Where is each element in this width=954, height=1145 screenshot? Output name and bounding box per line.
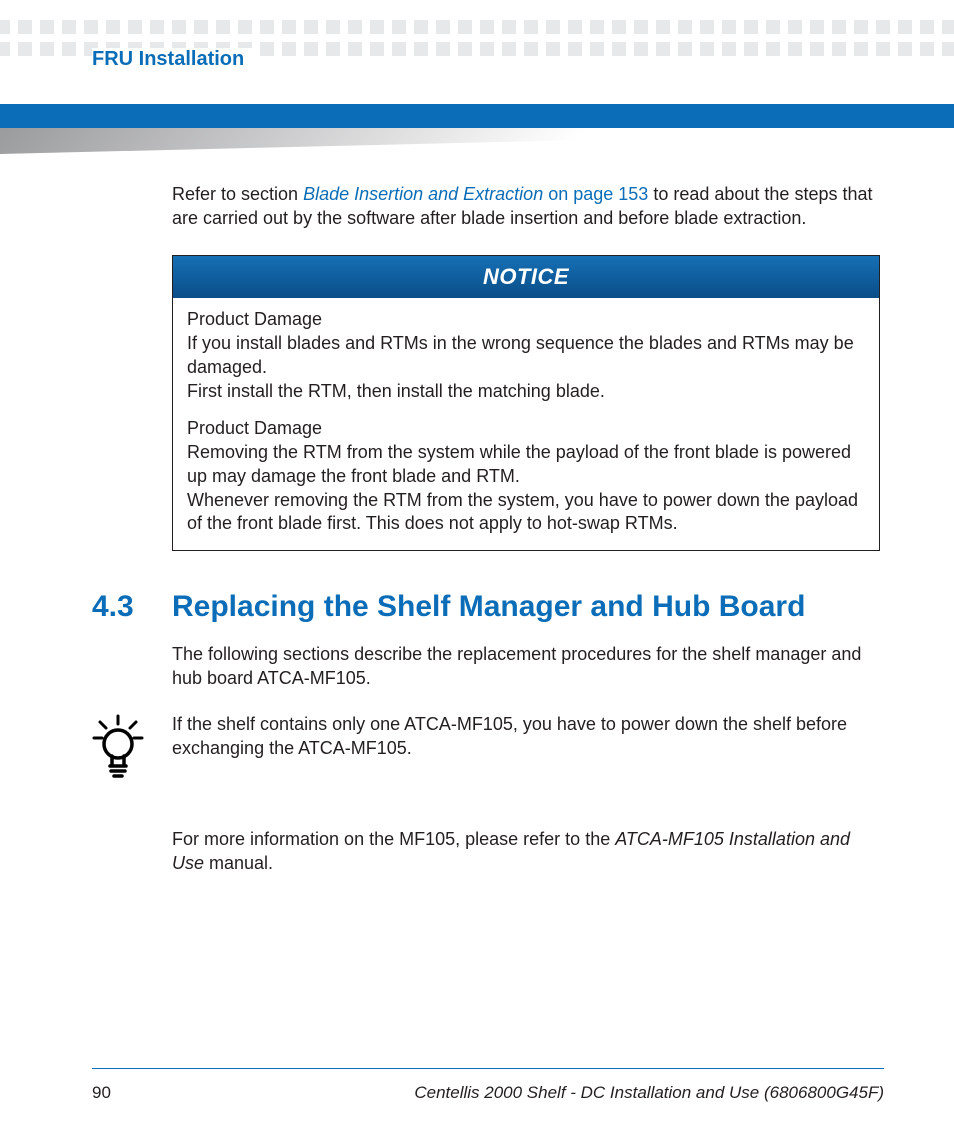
notice-block2-line1: Removing the RTM from the system while t…: [187, 441, 865, 489]
notice-box: NOTICE Product Damage If you install bla…: [172, 255, 880, 551]
tip-text: If the shelf contains only one ATCA-MF10…: [172, 712, 880, 761]
xref-link[interactable]: Blade Insertion and Extraction: [303, 184, 543, 204]
section-title: Replacing the Shelf Manager and Hub Boar…: [172, 587, 805, 628]
section-number: 4.3: [92, 587, 138, 628]
lightbulb-icon: [92, 714, 144, 778]
notice-block1-line2: First install the RTM, then install the …: [187, 380, 865, 404]
more-info-paragraph: For more information on the MF105, pleas…: [172, 827, 880, 876]
intro-paragraph: Refer to section Blade Insertion and Ext…: [172, 182, 880, 231]
footer-doc-title: Centellis 2000 Shelf - DC Installation a…: [414, 1083, 884, 1103]
section-heading: 4.3 Replacing the Shelf Manager and Hub …: [92, 587, 880, 628]
more-suffix: manual.: [204, 853, 273, 873]
xref-page[interactable]: on page 153: [543, 184, 648, 204]
notice-block2-line2: Whenever removing the RTM from the syste…: [187, 489, 865, 537]
page-number: 90: [92, 1083, 111, 1103]
notice-block2-title: Product Damage: [187, 417, 865, 441]
header-shadow: [0, 128, 954, 154]
running-head: FRU Installation: [92, 48, 252, 71]
footer-rule: [92, 1068, 884, 1069]
notice-header: NOTICE: [173, 256, 879, 299]
section-intro: The following sections describe the repl…: [172, 642, 880, 691]
notice-block1-title: Product Damage: [187, 308, 865, 332]
notice-block1-line1: If you install blades and RTMs in the wr…: [187, 332, 865, 380]
more-prefix: For more information on the MF105, pleas…: [172, 829, 615, 849]
header-rule-bar: [0, 104, 954, 128]
intro-prefix: Refer to section: [172, 184, 303, 204]
